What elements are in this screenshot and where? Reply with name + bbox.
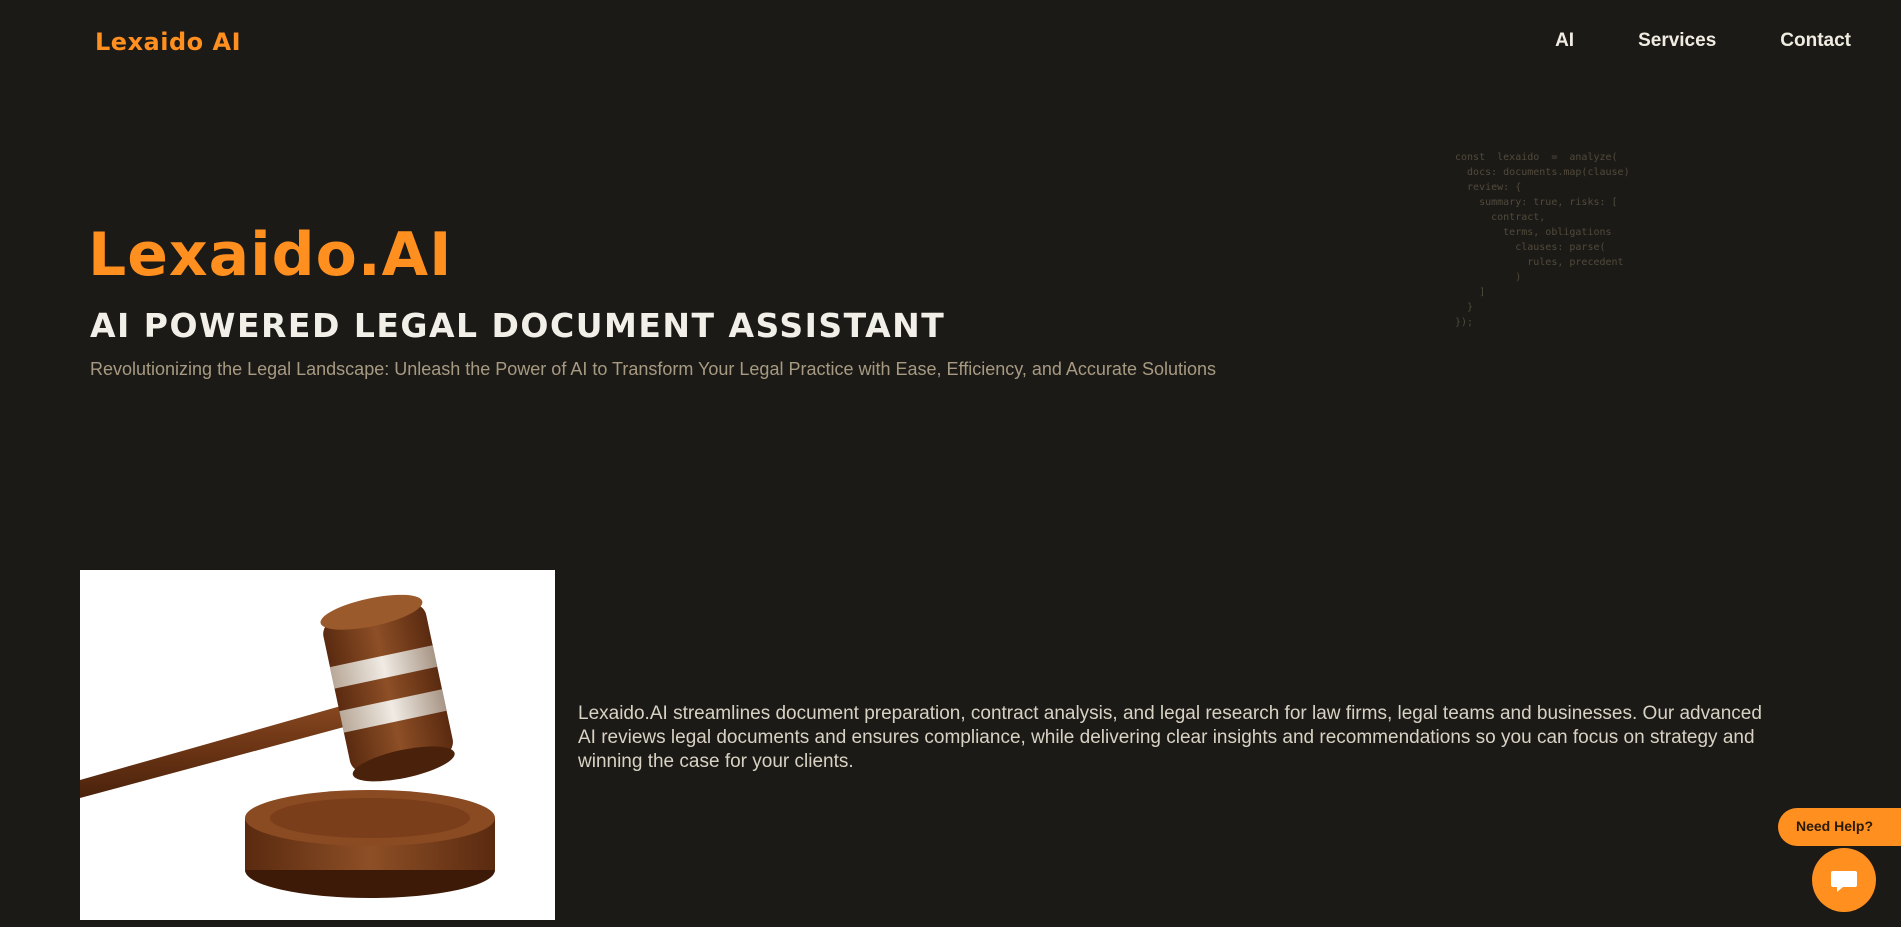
code-line: });	[1455, 317, 1474, 328]
about-description: Lexaido.AI streamlines document preparat…	[578, 703, 1762, 772]
site-logo[interactable]: Lexaido AI	[95, 28, 241, 56]
page: Lexaido AI AI Services Contact Lexaido.A…	[0, 0, 1901, 927]
hero-subtitle: AI POWERED LEGAL DOCUMENT ASSISTANT	[90, 306, 946, 345]
gavel-icon	[80, 570, 555, 920]
code-line: review: {	[1455, 182, 1522, 193]
hero-title: Lexaido.AI	[88, 220, 453, 290]
nav-link-contact[interactable]: Contact	[1780, 30, 1851, 52]
top-nav: AI Services Contact	[1555, 30, 1851, 52]
code-line: )	[1455, 272, 1522, 283]
nav-link-services[interactable]: Services	[1638, 30, 1716, 52]
gavel-image	[80, 570, 555, 920]
chat-widget: Need Help?	[1778, 808, 1901, 918]
decorative-code-block: const lexaido = analyze( docs: documents…	[1455, 150, 1765, 330]
code-line: clauses: parse(	[1455, 242, 1606, 253]
code-line: const lexaido = analyze(	[1455, 152, 1618, 163]
nav-link-ai[interactable]: AI	[1555, 30, 1574, 52]
code-line: docs: documents.map(clause)	[1455, 167, 1630, 178]
chat-bubble-icon	[1831, 871, 1857, 892]
code-line: ]	[1455, 287, 1486, 298]
code-line: terms, obligations	[1455, 227, 1612, 238]
code-line: rules, precedent	[1455, 257, 1624, 268]
hero-tagline: Revolutionizing the Legal Landscape: Unl…	[90, 359, 1217, 379]
code-line: summary: true, risks: [	[1455, 197, 1618, 208]
code-line: contract,	[1455, 212, 1546, 223]
code-line: }	[1455, 302, 1474, 313]
chat-button[interactable]	[1812, 848, 1876, 912]
chat-help-label[interactable]: Need Help?	[1778, 808, 1901, 846]
